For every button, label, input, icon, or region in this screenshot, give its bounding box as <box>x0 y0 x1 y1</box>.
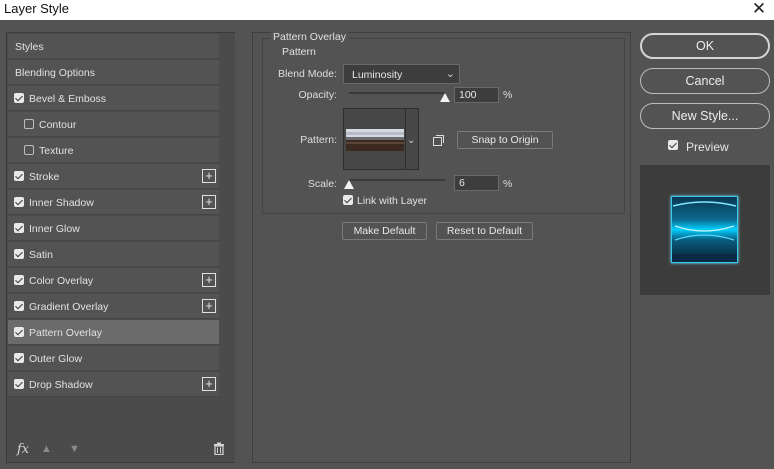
add-instance-icon[interactable]: + <box>202 169 216 183</box>
pattern-swatch[interactable] <box>343 108 406 170</box>
link-with-layer-checkbox[interactable] <box>343 195 353 205</box>
style-item-gradient-overlay[interactable]: Gradient Overlay + <box>8 294 219 319</box>
scale-slider-track[interactable] <box>349 179 445 181</box>
scale-label: Scale: <box>307 178 337 190</box>
new-style-button[interactable]: New Style... <box>640 103 770 129</box>
styles-list-panel: Styles Blending Options Bevel & Emboss Cont… <box>6 32 235 463</box>
style-item-contour[interactable]: Contour <box>8 112 219 137</box>
trash-icon[interactable] <box>213 442 225 458</box>
style-item-inner-glow[interactable]: Inner Glow <box>8 216 219 241</box>
style-item-inner-shadow[interactable]: Inner Shadow + <box>8 190 219 215</box>
scale-input[interactable]: 6 <box>454 175 499 191</box>
style-checkbox[interactable] <box>14 275 24 285</box>
style-item-label: Satin <box>29 249 53 261</box>
link-with-layer-label: Link with Layer <box>357 195 428 207</box>
chevron-down-icon: ⌄ <box>445 68 455 80</box>
style-item-blending-options[interactable]: Blending Options <box>8 60 219 85</box>
style-item-outer-glow[interactable]: Outer Glow <box>8 346 219 371</box>
style-item-label: Pattern Overlay <box>29 327 102 339</box>
scale-slider-thumb[interactable] <box>344 180 354 189</box>
blend-mode-label: Blend Mode: <box>278 68 337 80</box>
arrow-up-icon[interactable]: ▲ <box>41 443 52 455</box>
scale-unit: % <box>503 178 513 190</box>
section-title: Pattern Overlay <box>271 31 348 43</box>
style-item-label: Color Overlay <box>29 275 94 287</box>
preview-thumbnail <box>671 196 738 263</box>
style-checkbox[interactable] <box>24 119 34 129</box>
opacity-slider-thumb[interactable] <box>440 93 450 102</box>
style-item-label: Outer Glow <box>29 353 83 365</box>
opacity-input[interactable]: 100 <box>454 87 499 103</box>
style-checkbox[interactable] <box>14 223 24 233</box>
style-item-label: Texture <box>39 145 74 157</box>
window-title: Layer Style <box>4 1 70 16</box>
cancel-button[interactable]: Cancel <box>640 68 770 94</box>
style-item-label: Blending Options <box>15 67 95 79</box>
style-item-label: Stroke <box>29 171 60 183</box>
opacity-label: Opacity: <box>298 89 337 101</box>
make-default-button[interactable]: Make Default <box>342 222 427 240</box>
blend-mode-select[interactable]: Luminosity ⌄ <box>343 64 460 84</box>
style-item-pattern-overlay[interactable]: Pattern Overlay <box>8 320 219 345</box>
blend-mode-value: Luminosity <box>352 69 403 81</box>
style-checkbox[interactable] <box>14 197 24 207</box>
style-checkbox[interactable] <box>14 93 24 103</box>
style-item-label: Bevel & Emboss <box>29 93 107 105</box>
style-item-label: Inner Glow <box>29 223 80 235</box>
style-item-label: Contour <box>39 119 77 131</box>
style-item-label: Styles <box>15 41 44 53</box>
new-preset-icon[interactable] <box>433 135 444 146</box>
pattern-thumbnail <box>346 129 404 151</box>
opacity-slider-track[interactable] <box>349 92 445 94</box>
style-checkbox[interactable] <box>14 379 24 389</box>
style-item-color-overlay[interactable]: Color Overlay + <box>8 268 219 293</box>
snap-to-origin-button[interactable]: Snap to Origin <box>457 131 553 149</box>
arrow-down-icon[interactable]: ▼ <box>69 443 80 455</box>
close-icon[interactable]: ✕ <box>748 0 770 20</box>
subsection-title: Pattern <box>282 46 316 58</box>
style-item-drop-shadow[interactable]: Drop Shadow + <box>8 372 219 397</box>
pattern-picker-dropdown[interactable]: ⌄ <box>406 108 419 170</box>
style-item-styles[interactable]: Styles <box>8 34 219 59</box>
style-checkbox[interactable] <box>14 171 24 181</box>
reset-to-default-button[interactable]: Reset to Default <box>436 222 533 240</box>
add-instance-icon[interactable]: + <box>202 273 216 287</box>
title-bar: Layer Style ✕ <box>0 0 774 20</box>
fx-icon[interactable]: fx <box>17 442 29 457</box>
style-item-label: Inner Shadow <box>29 197 94 209</box>
style-item-satin[interactable]: Satin <box>8 242 219 267</box>
add-instance-icon[interactable]: + <box>202 299 216 313</box>
style-preview <box>640 165 770 295</box>
style-item-bevel-emboss[interactable]: Bevel & Emboss <box>8 86 219 111</box>
chevron-down-icon: ⌄ <box>407 135 416 146</box>
preview-label: Preview <box>686 140 729 154</box>
pattern-label: Pattern: <box>300 134 337 146</box>
add-instance-icon[interactable]: + <box>202 377 216 391</box>
style-item-texture[interactable]: Texture <box>8 138 219 163</box>
style-item-label: Gradient Overlay <box>29 301 109 313</box>
preview-checkbox[interactable] <box>668 140 678 150</box>
style-checkbox[interactable] <box>14 353 24 363</box>
style-checkbox[interactable] <box>24 145 34 155</box>
opacity-unit: % <box>503 89 513 101</box>
style-item-label: Drop Shadow <box>29 379 93 391</box>
style-checkbox[interactable] <box>14 249 24 259</box>
style-checkbox[interactable] <box>14 327 24 337</box>
style-checkbox[interactable] <box>14 301 24 311</box>
ok-button[interactable]: OK <box>640 33 770 59</box>
style-item-stroke[interactable]: Stroke + <box>8 164 219 189</box>
styles-list-scrollbar[interactable] <box>219 33 235 462</box>
add-instance-icon[interactable]: + <box>202 195 216 209</box>
